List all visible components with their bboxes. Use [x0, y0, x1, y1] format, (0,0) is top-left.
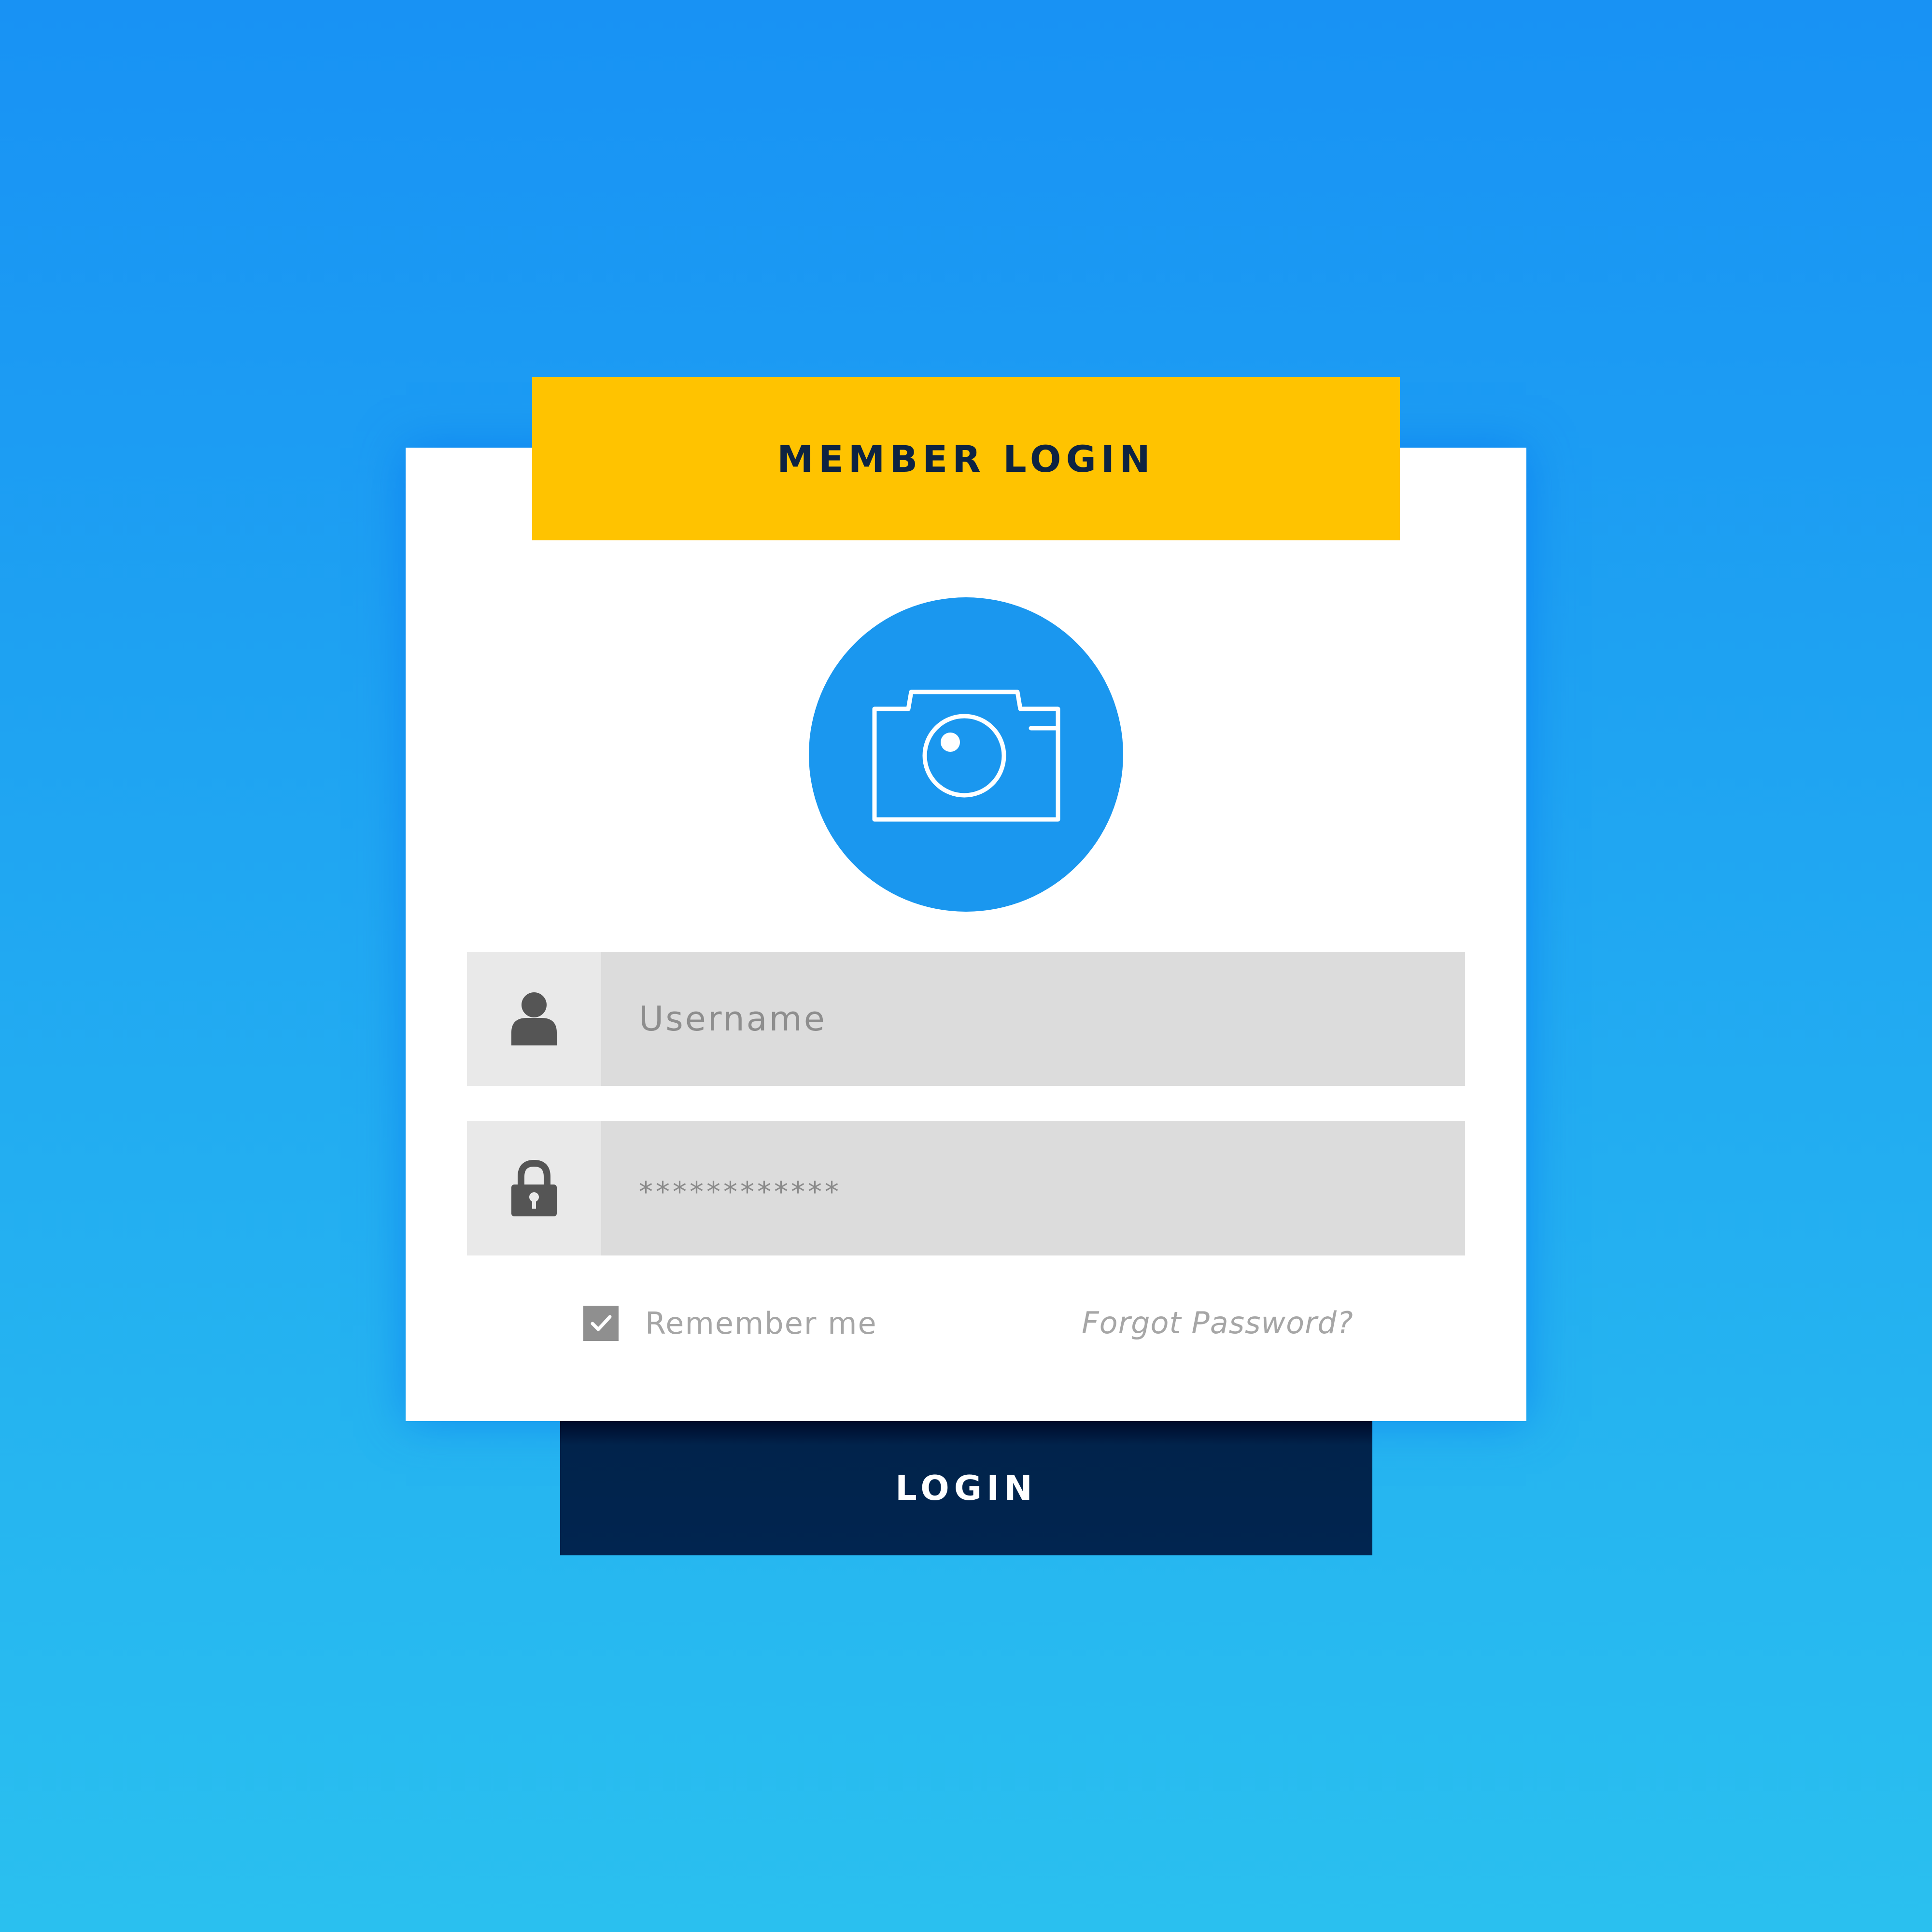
- page-title: MEMBER LOGIN: [777, 437, 1155, 480]
- user-icon: [511, 992, 557, 1045]
- camera-icon: [872, 690, 1060, 821]
- avatar: [809, 597, 1123, 912]
- lock-icon: [511, 1159, 557, 1216]
- login-button[interactable]: LOGIN: [560, 1421, 1372, 1555]
- checkmark-icon: [591, 1315, 611, 1331]
- forgot-password-link[interactable]: Forgot Password?: [1082, 1304, 1354, 1342]
- page-background: { "login_panel": { "title": "MEMBER LOGI…: [0, 0, 1932, 1932]
- remember-me-checkbox[interactable]: [583, 1305, 619, 1341]
- password-icon-box: [467, 1121, 601, 1255]
- login-header-bar: MEMBER LOGIN: [532, 377, 1400, 540]
- login-button-label: LOGIN: [895, 1468, 1037, 1508]
- password-input[interactable]: [601, 1121, 1465, 1255]
- username-input[interactable]: [601, 952, 1465, 1086]
- remember-me-label: Remember me: [645, 1305, 877, 1341]
- login-card: [406, 448, 1526, 1421]
- password-field: [467, 1121, 1465, 1255]
- username-icon-box: [467, 952, 601, 1086]
- login-options-row: Remember me Forgot Password?: [583, 1304, 1356, 1342]
- username-field: [467, 952, 1465, 1086]
- remember-me-toggle[interactable]: Remember me: [583, 1304, 877, 1342]
